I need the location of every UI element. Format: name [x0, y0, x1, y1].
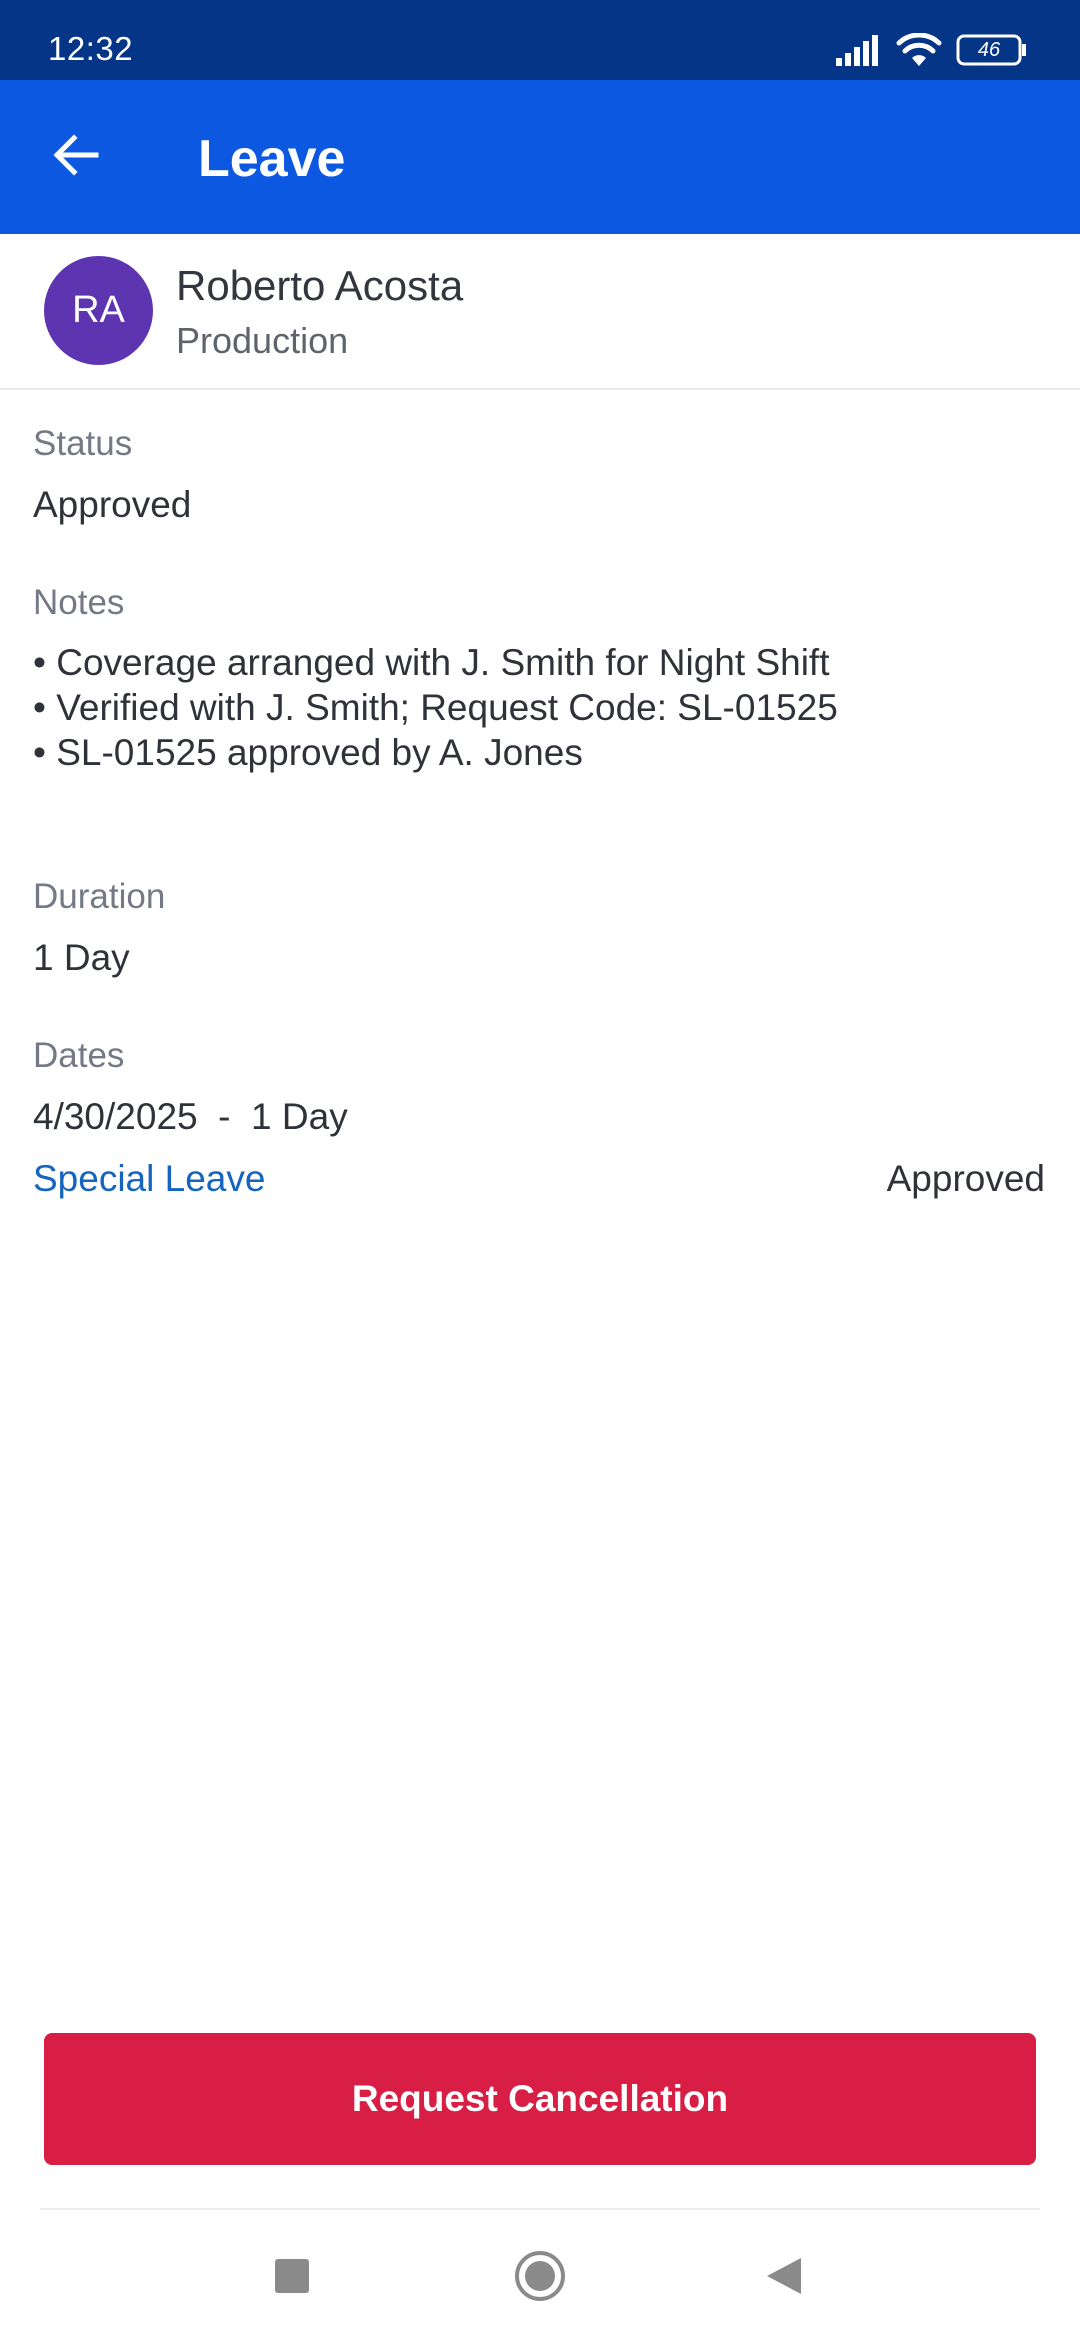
request-cancellation-button[interactable]: Request Cancellation [44, 2033, 1036, 2165]
notes-label: Notes [33, 583, 125, 622]
recents-square-icon [274, 2258, 310, 2299]
leave-type-link[interactable]: Special Leave [33, 1158, 265, 1200]
arrow-left-icon [52, 133, 100, 182]
employee-name: Roberto Acosta [176, 262, 464, 309]
signal-icon [836, 34, 884, 66]
status-label: Status [33, 424, 133, 463]
dates-value: 4/30/2025 - 1 Day [33, 1096, 348, 1137]
note-item: Verified with J. Smith; Request Code: SL… [33, 685, 1033, 730]
avatar-initials: RA [72, 289, 125, 331]
wifi-icon [896, 33, 942, 67]
recents-button[interactable] [250, 2246, 334, 2310]
employee-profile: RA Roberto Acosta Production [0, 234, 1080, 390]
app-bar: Leave [0, 80, 1080, 234]
notes-list: Coverage arranged with J. Smith for Nigh… [33, 640, 1033, 775]
status-time: 12:32 [48, 30, 134, 67]
back-triangle-icon [765, 2256, 803, 2301]
status-value: Approved [33, 484, 192, 525]
note-item: SL-01525 approved by A. Jones [33, 730, 1033, 775]
employee-department: Production [176, 320, 349, 361]
duration-value: 1 Day [33, 937, 130, 978]
divider [40, 2208, 1040, 2210]
status-bar: 12:32 46 [0, 0, 1080, 80]
nav-back-button[interactable] [742, 2246, 826, 2310]
duration-label: Duration [33, 877, 166, 916]
status-icons: 46 [836, 30, 1028, 70]
dates-label: Dates [33, 1036, 125, 1075]
back-button[interactable] [40, 125, 112, 189]
battery-level: 46 [977, 39, 1001, 61]
page-title: Leave [198, 130, 346, 188]
battery-icon: 46 [956, 34, 1028, 66]
home-circle-icon [514, 2250, 566, 2307]
leave-status: Approved [886, 1158, 1045, 1199]
note-item: Coverage arranged with J. Smith for Nigh… [33, 640, 1033, 685]
avatar: RA [44, 256, 153, 365]
home-button[interactable] [498, 2246, 582, 2310]
